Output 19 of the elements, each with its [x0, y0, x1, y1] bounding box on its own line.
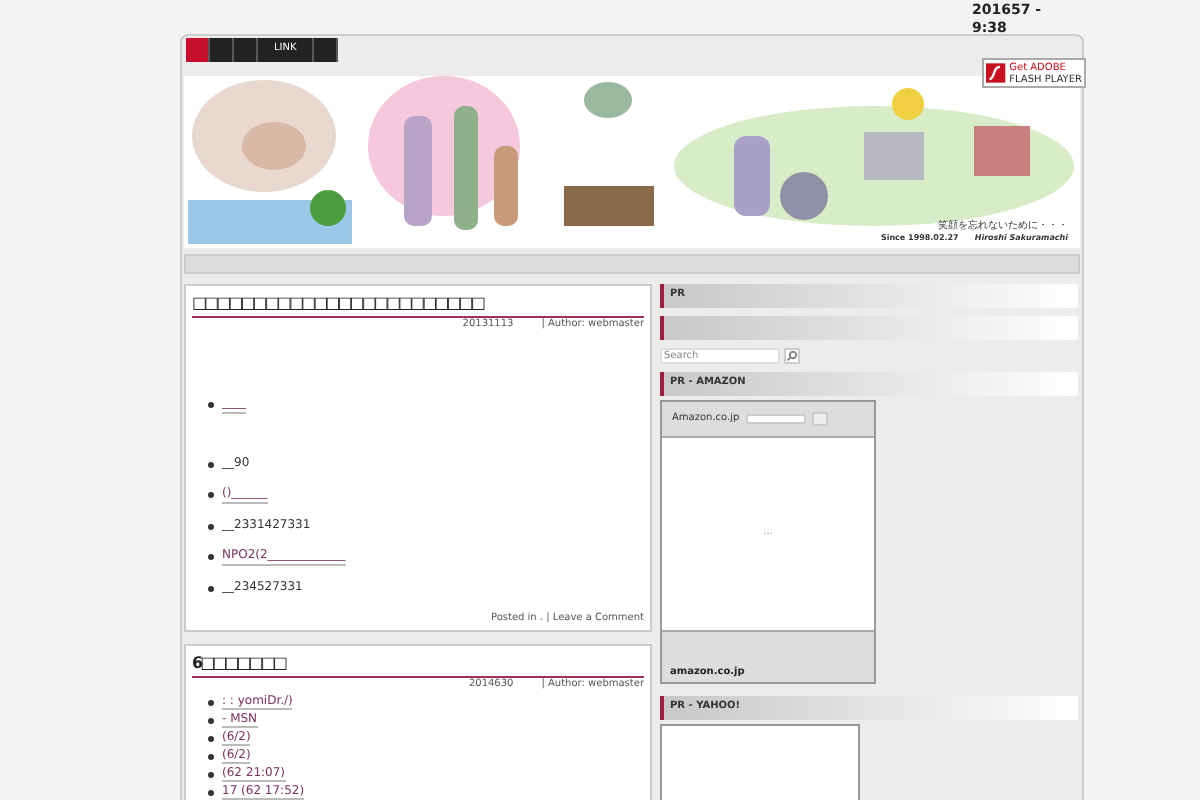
- bullet-icon: [208, 461, 214, 467]
- bullet-icon: [208, 585, 214, 591]
- bullet-icon: [208, 753, 214, 759]
- flash-icon: [986, 62, 1006, 84]
- search-icon[interactable]: [784, 348, 800, 364]
- amazon-search-field[interactable]: [745, 414, 806, 424]
- amazon-search-button[interactable]: [811, 412, 828, 426]
- bullet-icon: [208, 699, 214, 705]
- bullet-icon: [208, 789, 214, 795]
- bullet-icon: [208, 717, 214, 723]
- nav-tab[interactable]: [314, 38, 339, 62]
- bullet-icon: [208, 554, 214, 560]
- post-title[interactable]: 6□□□□□□□: [192, 652, 285, 676]
- bullet-icon: [208, 523, 214, 529]
- bullet-icon: [208, 492, 214, 498]
- bullet-icon: [208, 771, 214, 777]
- bullet-icon: [208, 735, 214, 741]
- post-title[interactable]: □□□□□□□□□□□□□□□□□□□□□□□□: [192, 292, 483, 316]
- bullet-icon: [208, 402, 214, 408]
